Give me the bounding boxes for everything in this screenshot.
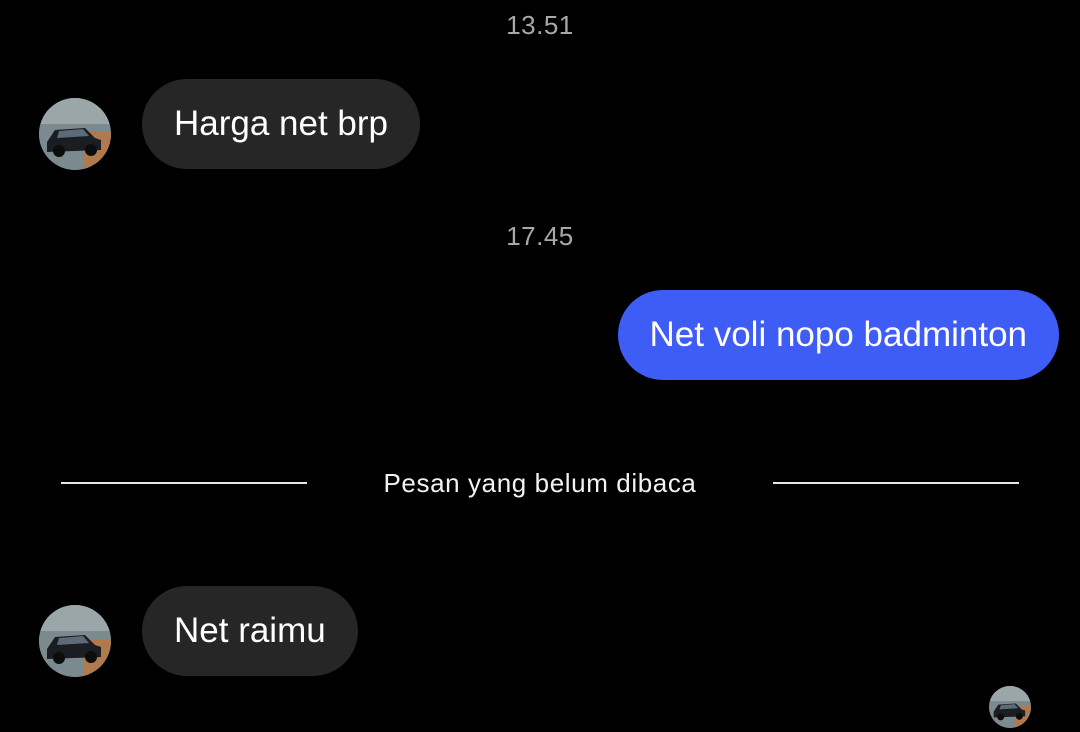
unread-messages-divider: Pesan yang belum dibaca bbox=[61, 462, 1019, 504]
incoming-message-bubble[interactable]: Harga net brp bbox=[142, 79, 421, 169]
divider-line bbox=[773, 482, 1019, 484]
timestamp: 13.51 bbox=[506, 10, 574, 40]
incoming-message-bubble[interactable]: Net raimu bbox=[142, 586, 358, 676]
seen-avatar-icon bbox=[989, 686, 1031, 728]
car-photo-icon bbox=[39, 605, 111, 677]
outgoing-message-bubble[interactable]: Net voli nopo badminton bbox=[617, 290, 1059, 380]
unread-divider-label: Pesan yang belum dibaca bbox=[383, 467, 697, 498]
car-photo-icon bbox=[39, 98, 111, 170]
divider-line bbox=[61, 482, 307, 484]
contact-avatar[interactable] bbox=[39, 98, 111, 170]
seen-indicator-avatar bbox=[989, 686, 1031, 728]
contact-avatar[interactable] bbox=[39, 605, 111, 677]
timestamp: 17.45 bbox=[506, 221, 574, 251]
